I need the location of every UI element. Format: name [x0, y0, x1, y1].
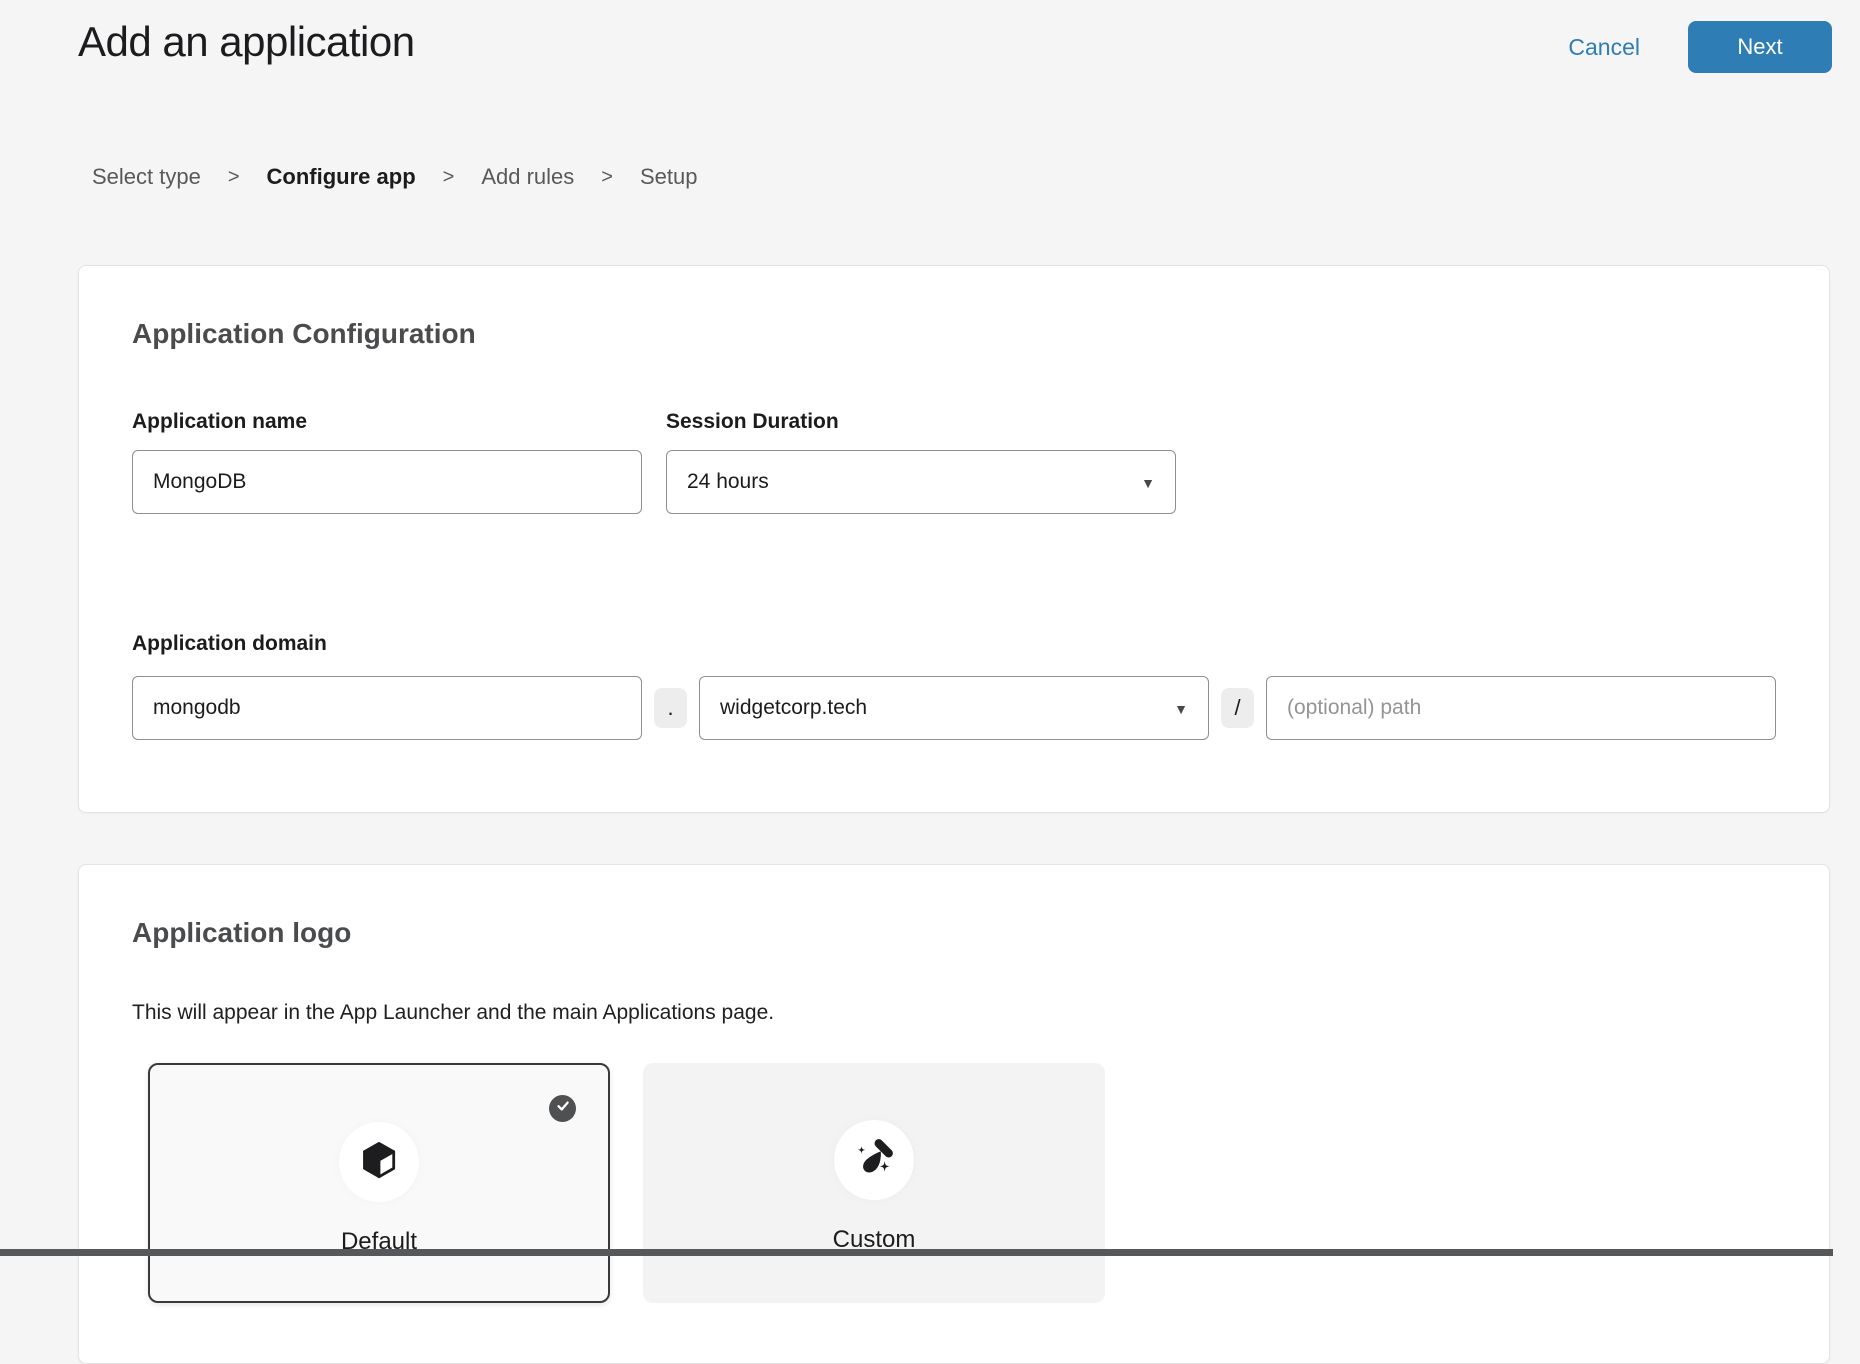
domain-select[interactable]: widgetcorp.tech ▼: [699, 676, 1209, 740]
header-actions: Cancel Next: [1568, 21, 1832, 73]
breadcrumb-step-select-type[interactable]: Select type: [92, 164, 201, 190]
add-application-page: { "header": { "title": "Add an applicati…: [0, 0, 1860, 1256]
logo-card-description: This will appear in the App Launcher and…: [132, 1001, 1776, 1025]
dot-separator: .: [654, 688, 687, 728]
selected-check-badge: [549, 1095, 576, 1122]
subdomain-input[interactable]: [132, 676, 642, 740]
name-duration-row: Application name Session Duration 24 hou…: [132, 350, 1776, 514]
breadcrumb-step-add-rules[interactable]: Add rules: [481, 164, 574, 190]
application-logo-card: Application logo This will appear in the…: [78, 864, 1830, 1364]
slash-separator: /: [1221, 688, 1254, 728]
logo-options: Default Custom: [148, 1063, 1776, 1303]
breadcrumb-step-setup[interactable]: Setup: [640, 164, 698, 190]
application-domain-row: . widgetcorp.tech ▼ /: [132, 676, 1776, 740]
logo-card-title: Application logo: [132, 917, 1776, 949]
breadcrumb-separator: >: [443, 166, 455, 189]
cancel-button[interactable]: Cancel: [1568, 34, 1640, 61]
application-domain-label: Application domain: [132, 632, 1776, 656]
application-configuration-card: Application Configuration Application na…: [78, 265, 1830, 813]
cube-icon: [358, 1139, 400, 1186]
logo-option-custom[interactable]: Custom: [643, 1063, 1105, 1303]
session-duration-field: Session Duration 24 hours ▼: [666, 350, 1176, 514]
session-duration-value: 24 hours: [687, 470, 769, 494]
bottom-edge-bar: [0, 1249, 1833, 1256]
breadcrumb-separator: >: [601, 166, 613, 189]
domain-value: widgetcorp.tech: [720, 696, 867, 720]
custom-logo-circle: [834, 1120, 914, 1200]
next-button[interactable]: Next: [1688, 21, 1832, 73]
default-logo-circle: [339, 1122, 419, 1202]
application-name-input[interactable]: [132, 450, 642, 514]
page-title: Add an application: [78, 18, 415, 66]
breadcrumb-step-configure-app[interactable]: Configure app: [267, 164, 416, 190]
logo-option-default[interactable]: Default: [148, 1063, 610, 1303]
application-name-field: Application name: [132, 350, 642, 514]
check-icon: [556, 1099, 570, 1118]
chevron-down-icon: ▼: [1174, 702, 1188, 716]
application-name-label: Application name: [132, 410, 642, 434]
session-duration-select[interactable]: 24 hours ▼: [666, 450, 1176, 514]
path-input[interactable]: [1266, 676, 1776, 740]
breadcrumb: Select type > Configure app > Add rules …: [92, 164, 697, 190]
chevron-down-icon: ▼: [1141, 476, 1155, 490]
breadcrumb-separator: >: [228, 166, 240, 189]
session-duration-label: Session Duration: [666, 410, 1176, 434]
paintbrush-icon: [852, 1136, 896, 1185]
configuration-card-title: Application Configuration: [132, 318, 1776, 350]
